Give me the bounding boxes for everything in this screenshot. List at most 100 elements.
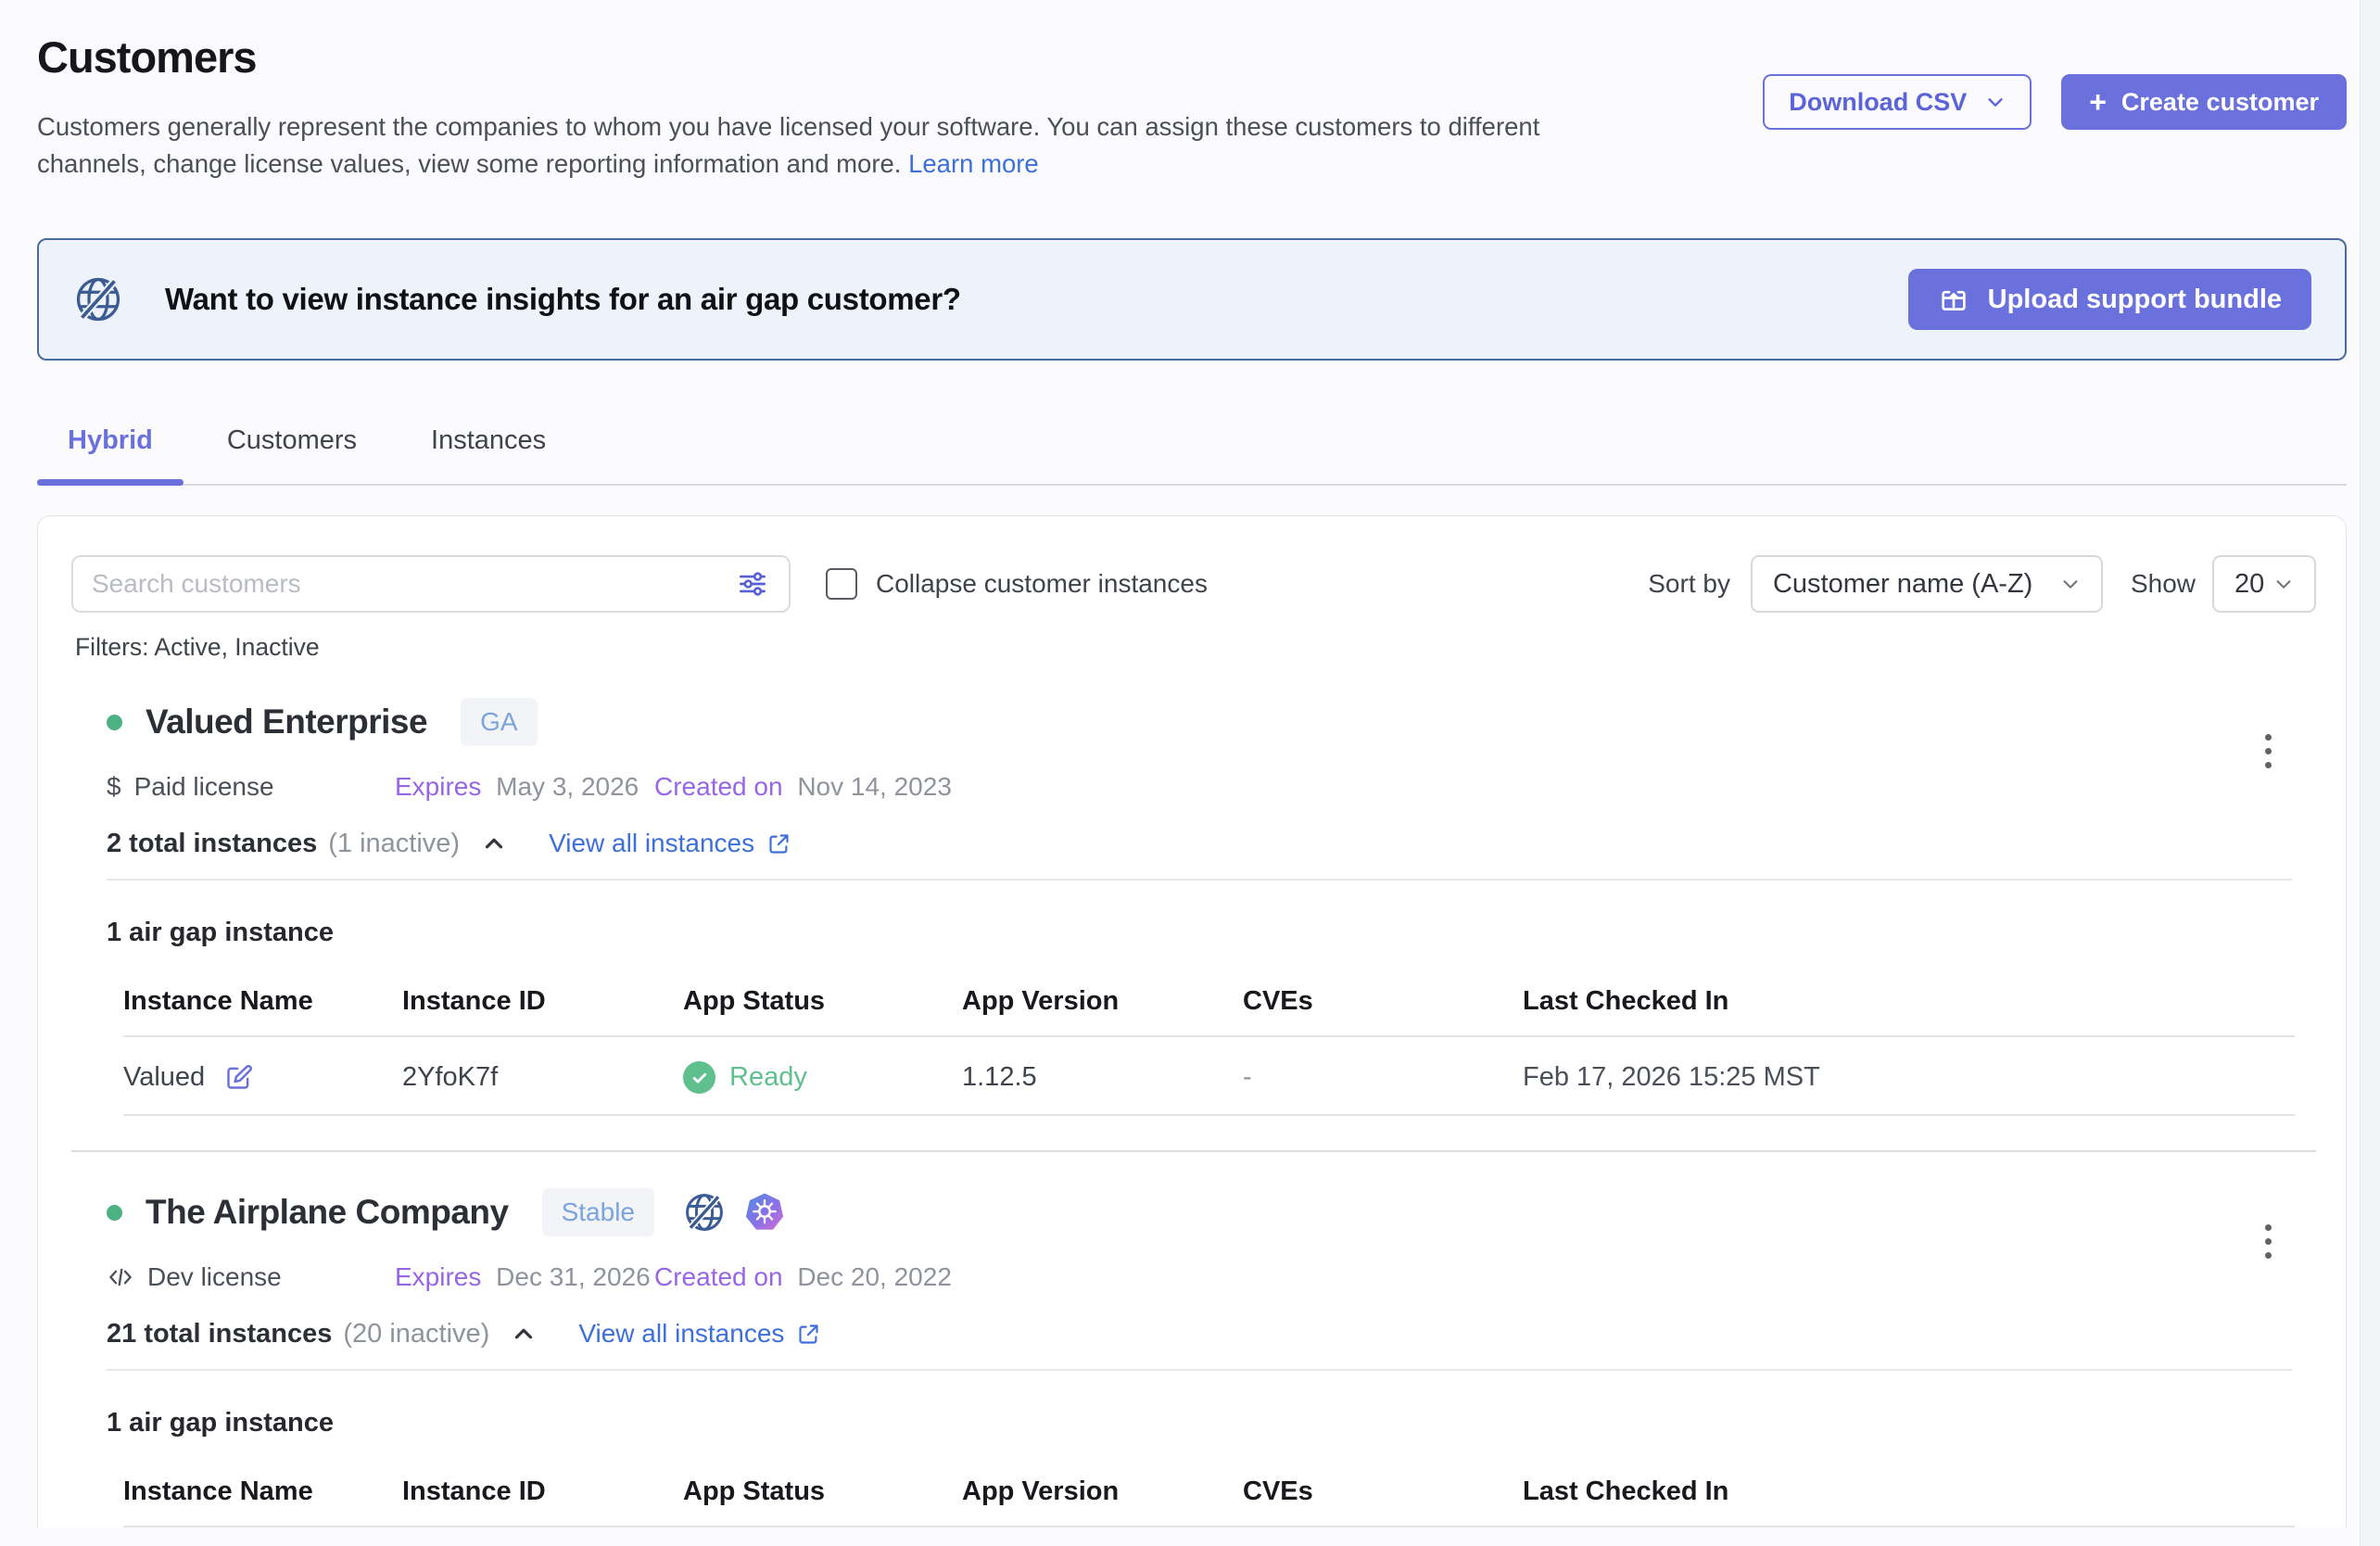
- instance-name: Valued: [123, 1062, 205, 1093]
- upload-icon: [1938, 284, 1969, 315]
- total-instances-count: 21 total instances: [107, 1319, 332, 1350]
- instance-table-header: Instance Name Instance ID App Status App…: [123, 986, 2295, 1037]
- create-customer-button[interactable]: + Create customer: [2061, 74, 2347, 130]
- instance-id-cell: 2YfoK7f: [402, 1062, 683, 1093]
- tab-instances[interactable]: Instances: [400, 425, 576, 484]
- chevron-down-icon: [2060, 574, 2081, 594]
- instance-table: Instance Name Instance ID App Status App…: [123, 1476, 2295, 1527]
- view-all-instances-link[interactable]: View all instances: [549, 829, 791, 858]
- show-label: Show: [2131, 569, 2196, 599]
- customer-header: The Airplane Company Stable: [107, 1189, 2316, 1236]
- column-last-checked-in: Last Checked In: [1523, 1476, 2295, 1507]
- airgap-insights-banner: Want to view instance insights for an ai…: [37, 238, 2347, 361]
- filter-sliders-icon[interactable]: [735, 566, 770, 602]
- customer-meta-row: Dev license Expires Dec 31, 2026 Created…: [107, 1261, 2316, 1293]
- inactive-instances-count: (20 inactive): [343, 1319, 489, 1350]
- column-instance-name: Instance Name: [123, 1476, 402, 1507]
- created-date: Dec 20, 2022: [797, 1262, 952, 1291]
- show-select[interactable]: 20: [2212, 555, 2316, 613]
- sort-select[interactable]: Customer name (A-Z): [1751, 555, 2103, 613]
- tab-hybrid[interactable]: Hybrid: [37, 425, 184, 484]
- instances-summary-row: 2 total instances (1 inactive) View all …: [107, 827, 2316, 860]
- column-instance-id: Instance ID: [402, 986, 683, 1017]
- show-select-value: 20: [2234, 569, 2264, 600]
- airgap-instances-heading: 1 air gap instance: [107, 1408, 2316, 1441]
- create-customer-label: Create customer: [2121, 88, 2319, 117]
- inactive-instances-count: (1 inactive): [328, 829, 460, 859]
- divider: [107, 1369, 2292, 1371]
- header-actions: Download CSV + Create customer: [1763, 74, 2347, 130]
- customer-menu-button[interactable]: [2260, 729, 2277, 774]
- license-type-label: Dev license: [147, 1262, 282, 1292]
- code-icon: [107, 1263, 134, 1291]
- total-instances-count: 2 total instances: [107, 829, 317, 859]
- customer-name[interactable]: The Airplane Company: [146, 1193, 509, 1232]
- active-status-dot: [107, 1205, 122, 1221]
- customer-block-airplane-company: The Airplane Company Stable: [71, 1189, 2316, 1527]
- license-type-label: Paid license: [134, 772, 274, 802]
- instance-name-cell: Valued: [123, 1062, 402, 1093]
- kubernetes-icon: [743, 1191, 786, 1234]
- customer-meta-row: $ Paid license Expires May 3, 2026 Creat…: [107, 771, 2316, 803]
- expires-date: Dec 31, 2026: [496, 1262, 651, 1291]
- external-link-icon: [766, 831, 791, 856]
- column-cves: CVEs: [1243, 986, 1523, 1017]
- instance-table: Instance Name Instance ID App Status App…: [123, 986, 2295, 1116]
- column-app-version: App Version: [962, 1476, 1243, 1507]
- search-input[interactable]: [92, 569, 735, 599]
- collapse-chevron-icon[interactable]: [480, 830, 508, 857]
- page-description-line1: Customers generally represent the compan…: [37, 112, 1539, 141]
- app-version-cell: 1.12.5: [962, 1062, 1243, 1093]
- view-all-instances-label: View all instances: [549, 829, 754, 858]
- upload-support-bundle-label: Upload support bundle: [1988, 285, 2282, 315]
- download-csv-button[interactable]: Download CSV: [1763, 74, 2032, 130]
- active-status-dot: [107, 715, 122, 730]
- created-info: Created on Dec 20, 2022: [654, 1262, 952, 1292]
- divider: [107, 879, 2292, 881]
- filters-summary: Filters: Active, Inactive: [75, 633, 2316, 662]
- last-checked-in-cell: Feb 17, 2026 15:25 MST: [1523, 1062, 2295, 1093]
- airgap-globe-icon: [682, 1190, 727, 1235]
- app-status-cell: Ready: [683, 1061, 962, 1094]
- learn-more-link[interactable]: Learn more: [908, 149, 1039, 178]
- edit-icon[interactable]: [223, 1062, 254, 1093]
- upload-support-bundle-button[interactable]: Upload support bundle: [1908, 269, 2311, 330]
- view-tabs: Hybrid Customers Instances: [37, 425, 2347, 486]
- tab-customers[interactable]: Customers: [196, 425, 387, 484]
- instances-summary-row: 21 total instances (20 inactive) View al…: [107, 1317, 2316, 1350]
- collapse-chevron-icon[interactable]: [510, 1320, 538, 1348]
- instance-table-header: Instance Name Instance ID App Status App…: [123, 1476, 2295, 1527]
- created-on-label: Created on: [654, 772, 783, 801]
- chevron-down-icon: [2273, 574, 2294, 594]
- customer-name[interactable]: Valued Enterprise: [146, 703, 427, 741]
- cves-cell: -: [1243, 1062, 1523, 1093]
- customer-block-valued-enterprise: Valued Enterprise GA $ Paid license Expi…: [71, 699, 2316, 1116]
- chevron-down-icon: [1985, 92, 2006, 112]
- channel-badge: Stable: [542, 1188, 654, 1236]
- column-cves: CVEs: [1243, 1476, 1523, 1507]
- instance-row: Valued 2YfoK7f Ready: [123, 1037, 2295, 1116]
- collapse-instances-label: Collapse customer instances: [876, 569, 1208, 599]
- customer-type-icons: [682, 1190, 786, 1235]
- app-status-text: Ready: [729, 1062, 807, 1093]
- view-all-instances-link[interactable]: View all instances: [578, 1319, 821, 1349]
- divider: [71, 1150, 2316, 1152]
- plus-icon: +: [2089, 87, 2107, 117]
- license-type: Dev license: [107, 1262, 395, 1292]
- customer-header: Valued Enterprise GA: [107, 699, 2316, 745]
- expires-info: Expires Dec 31, 2026: [395, 1262, 654, 1292]
- airgap-globe-icon: [72, 273, 124, 325]
- banner-title: Want to view instance insights for an ai…: [165, 282, 961, 317]
- created-date: Nov 14, 2023: [797, 772, 952, 801]
- created-on-label: Created on: [654, 1262, 783, 1291]
- search-box: [71, 555, 791, 613]
- column-instance-id: Instance ID: [402, 1476, 683, 1507]
- customers-toolbar: Collapse customer instances Sort by Cust…: [71, 555, 2316, 613]
- sort-controls: Sort by Customer name (A-Z) Show 20: [1648, 555, 2316, 613]
- customer-menu-button[interactable]: [2260, 1219, 2277, 1264]
- expires-date: May 3, 2026: [496, 772, 639, 801]
- collapse-instances-checkbox[interactable]: [826, 568, 857, 600]
- dollar-icon: $: [107, 772, 121, 802]
- created-info: Created on Nov 14, 2023: [654, 772, 952, 802]
- collapse-instances-control: Collapse customer instances: [826, 568, 1208, 600]
